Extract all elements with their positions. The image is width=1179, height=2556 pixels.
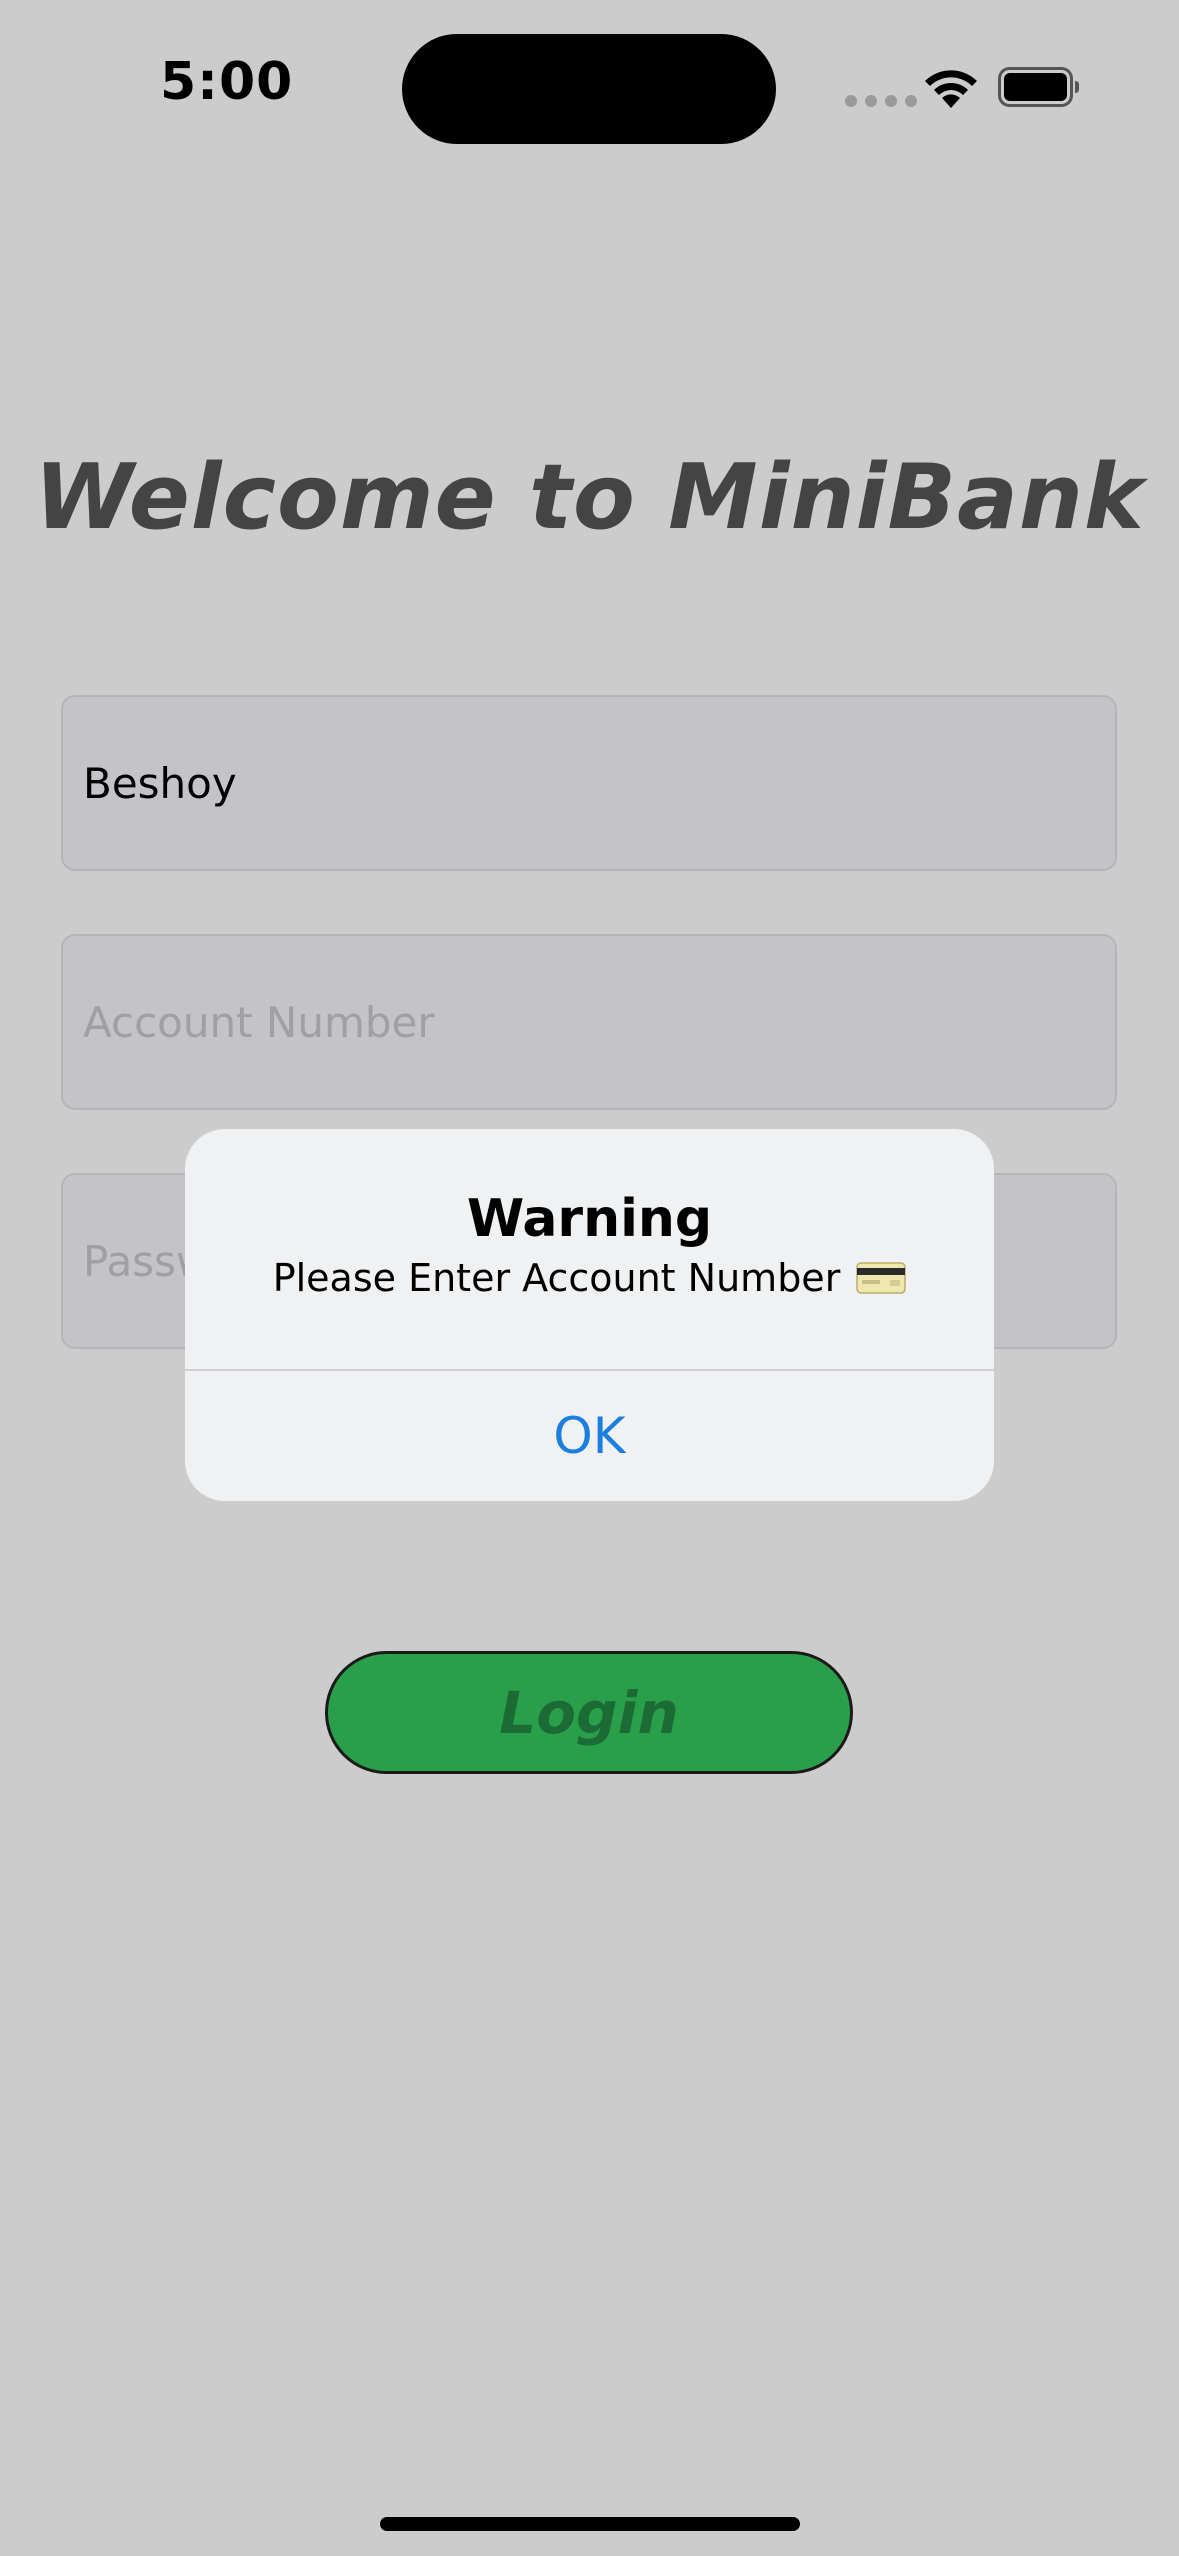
page-title: Welcome to MiniBank [34,445,1145,550]
alert-ok-button[interactable]: OK [185,1371,994,1501]
warning-alert: Warning Please Enter Account Number OK [185,1129,994,1501]
alert-title: Warning [466,1189,713,1249]
status-time: 5:00 [160,52,294,112]
credit-card-icon [856,1262,907,1294]
alert-message-row: Please Enter Account Number [185,1256,994,1300]
battery-icon [998,67,1079,107]
alert-message: Please Enter Account Number [272,1256,841,1300]
login-button[interactable]: Login [325,1651,853,1774]
dynamic-island [402,34,776,144]
account-number-field[interactable]: Account Number [61,934,1117,1110]
home-indicator[interactable] [380,2517,800,2531]
signal-dots-icon [845,95,917,107]
username-field[interactable]: Beshoy [61,695,1117,871]
wifi-icon [925,70,977,108]
